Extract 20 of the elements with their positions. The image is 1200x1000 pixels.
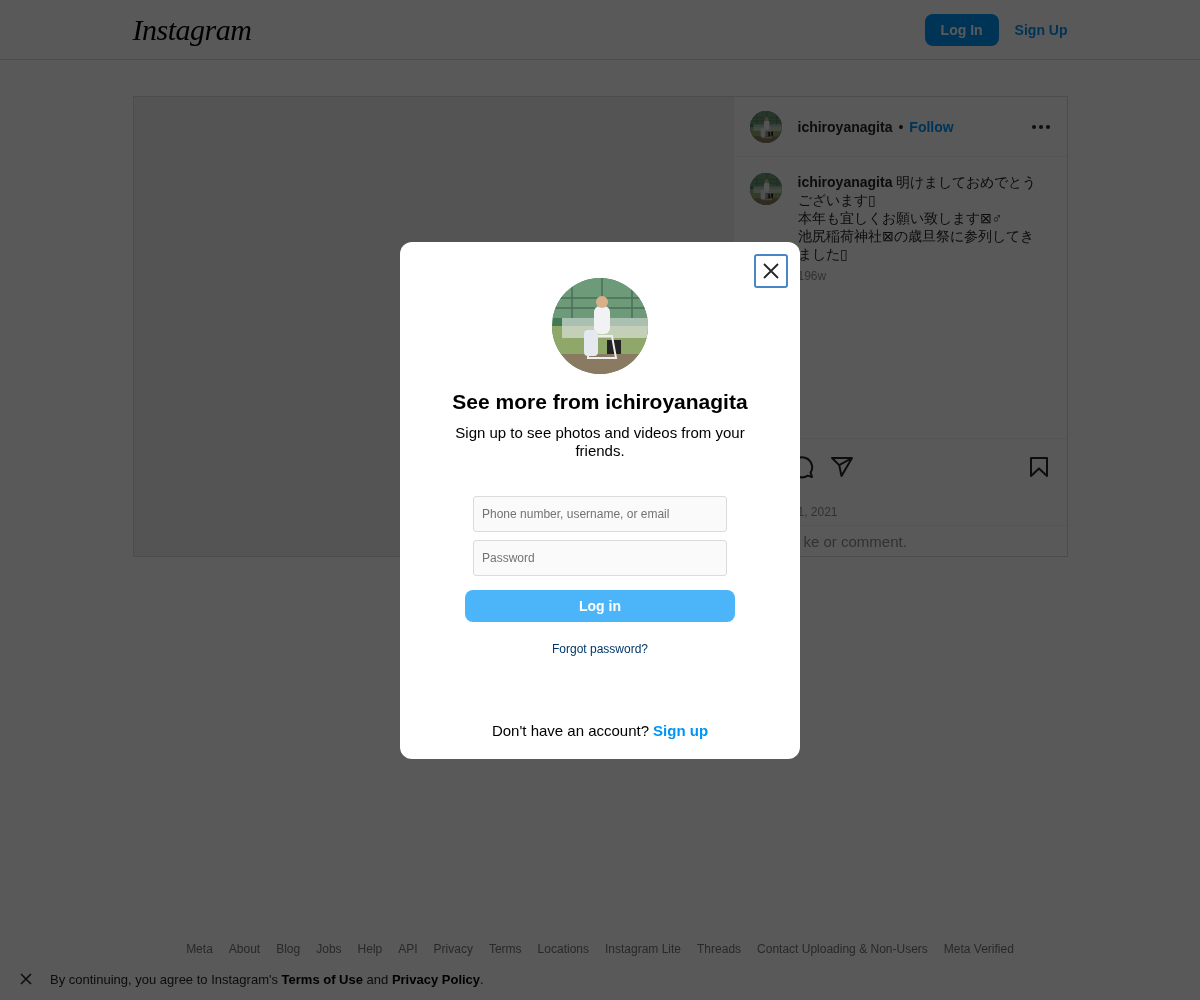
close-button[interactable] (754, 254, 788, 288)
login-button[interactable]: Log In (924, 13, 999, 46)
login-button[interactable]: Log in (465, 590, 735, 622)
signup-prompt: Don't have an account? (491, 722, 650, 739)
signup-link[interactable]: Sign up (653, 722, 709, 739)
consent-text: By continuing, you agree to Instagram's Terms of Use and Privacy Policy. (50, 971, 484, 987)
separator: • (898, 118, 904, 135)
input-field[interactable]: Password (473, 540, 727, 576)
input-field[interactable]: Phone number, username, or email (473, 496, 727, 532)
follow-link[interactable]: Follow (909, 118, 954, 135)
close-icon[interactable] (762, 262, 780, 280)
forgot-password-link[interactable]: Forgot password? (551, 642, 648, 656)
logo[interactable]: Instagram (132, 12, 252, 47)
more-icon[interactable] (1030, 123, 1051, 130)
dialog-subtitle: Sign up to see photos and videos from your friends. (454, 424, 746, 460)
caption: ichiroyanagita 明けましておめでとうございます▯ 本年も宜しくお願い致します⊠♂ 池尻稲荷神社⊠の歳旦祭に参列してきました▯ (797, 173, 1038, 263)
username[interactable]: ichiroyanagita (797, 118, 893, 135)
signup-link[interactable]: Sign Up (1014, 21, 1068, 38)
share-icon[interactable] (829, 455, 854, 479)
dialog-title: See more from ichiroyanagita (452, 390, 748, 414)
